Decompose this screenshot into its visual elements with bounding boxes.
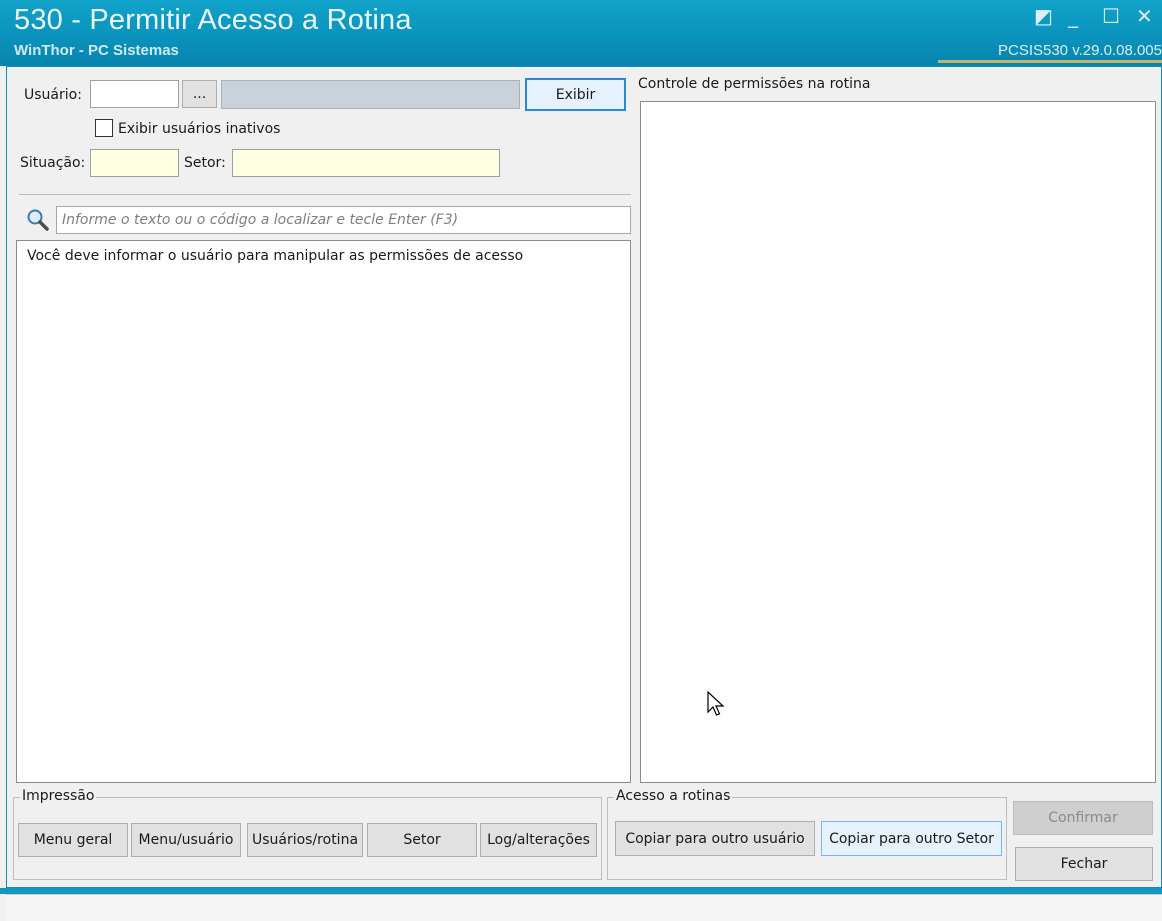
window-title: 530 - Permitir Acesso a Rotina: [14, 4, 412, 36]
usuarios-rotina-button[interactable]: Usuários/rotina: [247, 823, 363, 857]
exibir-button[interactable]: Exibir: [525, 78, 626, 111]
log-alteracoes-button[interactable]: Log/alterações: [480, 823, 597, 857]
rotinas-tree[interactable]: Você deve informar o usuário para manipu…: [16, 240, 631, 783]
inativos-label: Exibir usuários inativos: [118, 121, 281, 137]
close-icon[interactable]: ✕: [1136, 6, 1153, 26]
usuario-label: Usuário:: [24, 87, 82, 103]
setor-button[interactable]: Setor: [367, 823, 477, 857]
search-icon: [27, 209, 49, 231]
usuario-name-field: [221, 80, 520, 109]
menu-usuario-button[interactable]: Menu/usuário: [131, 823, 241, 857]
search-input[interactable]: Informe o texto ou o código a localizar …: [56, 206, 631, 234]
copiar-usuario-button[interactable]: Copiar para outro usuário: [615, 821, 815, 856]
confirmar-button[interactable]: Confirmar: [1013, 801, 1153, 835]
status-bar: [6, 894, 1162, 921]
impressao-title: Impressão: [20, 788, 97, 804]
version-label: PCSIS530 v.29.0.08.005: [997, 42, 1162, 59]
minimize-icon[interactable]: _: [1068, 6, 1078, 26]
usuario-code-input[interactable]: [90, 80, 179, 108]
title-bar[interactable]: 530 - Permitir Acesso a Rotina WinThor -…: [0, 0, 1162, 66]
main-panel: Usuário: ... Exibir Exibir usuários inat…: [6, 66, 1162, 888]
permissions-title: Controle de permissões na rotina: [638, 76, 871, 92]
filter-divider: [19, 194, 631, 195]
mouse-cursor-icon: [707, 691, 725, 716]
app-window: 530 - Permitir Acesso a Rotina WinThor -…: [0, 0, 1162, 921]
restore-icon[interactable]: ◩: [1034, 6, 1053, 26]
permissions-panel[interactable]: [640, 101, 1156, 783]
setor-input[interactable]: [232, 149, 500, 177]
usuario-lookup-button[interactable]: ...: [182, 80, 217, 108]
situacao-label: Situação:: [20, 155, 86, 171]
copiar-setor-button[interactable]: Copiar para outro Setor: [821, 821, 1002, 856]
acesso-title: Acesso a rotinas: [614, 788, 733, 804]
menu-geral-button[interactable]: Menu geral: [18, 823, 128, 857]
setor-label: Setor:: [184, 155, 226, 171]
window-subtitle: WinThor - PC Sistemas: [14, 42, 179, 59]
maximize-icon[interactable]: ☐: [1102, 6, 1120, 26]
inativos-checkbox[interactable]: [95, 119, 113, 137]
tree-message: Você deve informar o usuário para manipu…: [27, 248, 524, 264]
title-accent-line: [938, 60, 1162, 63]
situacao-input[interactable]: [90, 149, 179, 177]
fechar-button[interactable]: Fechar: [1015, 847, 1153, 881]
